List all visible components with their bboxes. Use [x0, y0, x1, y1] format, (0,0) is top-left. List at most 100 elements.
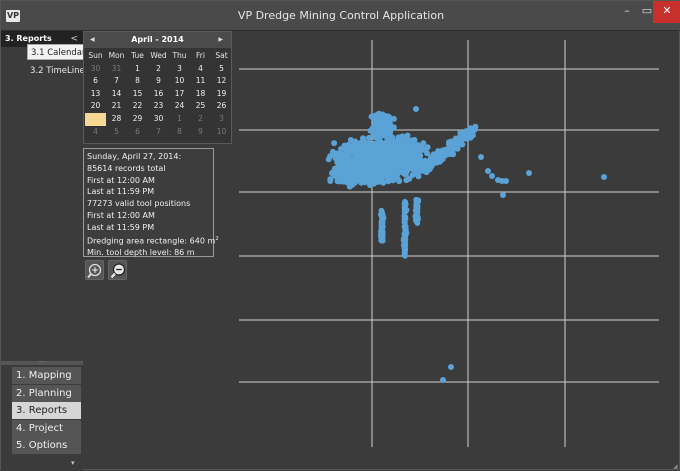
summary-last-position: Last at 11:59 PM	[87, 222, 155, 232]
scatter-point	[385, 148, 392, 155]
calendar-day[interactable]: 16	[148, 88, 169, 101]
zoom-out-button[interactable]	[108, 260, 127, 280]
scatter-point	[471, 126, 478, 133]
calendar-day[interactable]: 31	[106, 63, 127, 76]
scatter-point	[467, 134, 474, 141]
nav-reports[interactable]: 3. Reports	[12, 402, 81, 419]
calendar-day[interactable]: 26	[211, 100, 232, 113]
scatter-point	[380, 126, 387, 133]
sidebar-splitter[interactable]: ·····	[1, 359, 83, 366]
zoom-in-button[interactable]	[85, 260, 104, 280]
scatter-point	[347, 137, 354, 143]
app-window: VP VP Dredge Mining Control Application …	[0, 0, 680, 471]
summary-depth: Min. tool depth level: 86 m	[87, 248, 195, 258]
calendar-day[interactable]: 30	[148, 113, 169, 126]
close-button[interactable]: ✕	[653, 1, 680, 23]
scatter-point	[355, 157, 361, 164]
calendar-day[interactable]: 17	[169, 88, 190, 101]
scatter-point	[413, 106, 419, 112]
calendar-day[interactable]: 19	[211, 88, 232, 101]
tool-position-plot[interactable]	[239, 31, 677, 461]
summary-first-record: First at 12:00 AM	[87, 175, 155, 185]
scatter-point	[331, 140, 338, 147]
calendar-day[interactable]: 29	[127, 113, 148, 126]
minimize-button[interactable]: –	[618, 1, 636, 23]
calendar-day[interactable]: 1	[169, 113, 190, 126]
calendar-day[interactable]: 5	[106, 126, 127, 139]
calendar-day[interactable]: 23	[148, 100, 169, 113]
subnav-item-timeline[interactable]: 3.2 TimeLine	[27, 63, 88, 79]
subnav-item-calendar[interactable]: 3.1 Calendar	[27, 44, 90, 60]
scatter-point	[379, 220, 385, 226]
calendar-day[interactable]: 30	[85, 63, 106, 76]
next-month-icon[interactable]: ▶	[218, 32, 223, 48]
scatter-point	[500, 192, 506, 198]
calendar-day[interactable]: 10	[169, 75, 190, 88]
scatter-point	[371, 169, 378, 176]
scatter-point	[403, 208, 409, 214]
calendar-day[interactable]: 24	[169, 100, 190, 113]
scatter-point	[405, 150, 412, 157]
calendar-day[interactable]: 2	[148, 63, 169, 76]
calendar-day-selected[interactable]: 27	[85, 112, 106, 126]
calendar-day[interactable]: 18	[190, 88, 211, 101]
nav-mapping[interactable]: 1. Mapping	[12, 367, 81, 384]
calendar-day[interactable]: 8	[127, 75, 148, 88]
calendar-day[interactable]: 20	[85, 100, 106, 113]
scatter-point	[428, 163, 435, 170]
nav-options[interactable]: 5. Options	[12, 437, 81, 454]
calendar-day[interactable]: 13	[85, 88, 106, 101]
calendar-day[interactable]: 10	[211, 126, 232, 139]
calendar-day[interactable]: 7	[148, 126, 169, 139]
calendar-day[interactable]: 1	[127, 63, 148, 76]
summary-date: Sunday, April 27, 2014:	[87, 152, 182, 161]
chevron-down-icon[interactable]: ▾	[71, 459, 75, 467]
weekday-header: Mon	[108, 51, 125, 60]
calendar-day[interactable]: 6	[127, 126, 148, 139]
scatter-point	[351, 179, 357, 186]
summary-last-record: Last at 11:59 PM	[87, 187, 155, 197]
scatter-point	[334, 159, 341, 166]
weekday-header: Tue	[131, 51, 144, 60]
scatter-point	[417, 143, 424, 150]
scatter-point	[485, 168, 491, 174]
calendar-day[interactable]: 2	[190, 113, 211, 126]
scatter-point	[351, 173, 358, 180]
calendar-day[interactable]: 22	[127, 100, 148, 113]
resize-grip-icon[interactable]: ◢	[673, 463, 678, 470]
calendar-day[interactable]: 28	[106, 113, 127, 126]
calendar-day[interactable]: 14	[106, 88, 127, 101]
calendar-day[interactable]: 9	[190, 126, 211, 139]
zoom-in-icon	[87, 263, 102, 279]
window-title: VP Dredge Mining Control Application	[237, 9, 445, 22]
scatter-point	[394, 159, 401, 166]
scatter-point	[389, 154, 396, 161]
calendar-day[interactable]: 3	[169, 63, 190, 76]
calendar-day[interactable]: 4	[190, 63, 211, 76]
calendar-header: ◀ April - 2014 ▶	[84, 32, 231, 48]
calendar-day[interactable]: 8	[169, 126, 190, 139]
plot-grid	[239, 40, 659, 447]
scatter-point	[384, 173, 390, 180]
calendar-day[interactable]: 4	[85, 126, 106, 139]
scatter-point	[402, 220, 408, 226]
calendar-day[interactable]: 15	[127, 88, 148, 101]
scatter-point	[440, 377, 446, 383]
calendar-day[interactable]: 25	[190, 100, 211, 113]
nav-project[interactable]: 4. Project	[12, 420, 81, 437]
calendar-day[interactable]: 6	[85, 75, 106, 88]
grip-icon: ·····	[37, 359, 47, 366]
scatter-point	[399, 133, 406, 140]
calendar: ◀ April - 2014 ▶ Sun Mon Tue Wed Thu Fri Sat 30…	[83, 31, 232, 144]
scatter-point	[341, 164, 347, 171]
calendar-day[interactable]: 3	[211, 113, 232, 126]
calendar-day[interactable]: 7	[106, 75, 127, 88]
calendar-day[interactable]: 9	[148, 75, 169, 88]
calendar-day[interactable]: 11	[190, 75, 211, 88]
title-bar[interactable]: VP VP Dredge Mining Control Application …	[1, 1, 680, 31]
scatter-point	[381, 161, 388, 168]
calendar-day[interactable]: 5	[211, 63, 232, 76]
calendar-day[interactable]: 12	[211, 75, 232, 88]
nav-planning[interactable]: 2. Planning	[12, 385, 81, 402]
calendar-day[interactable]: 21	[106, 100, 127, 113]
